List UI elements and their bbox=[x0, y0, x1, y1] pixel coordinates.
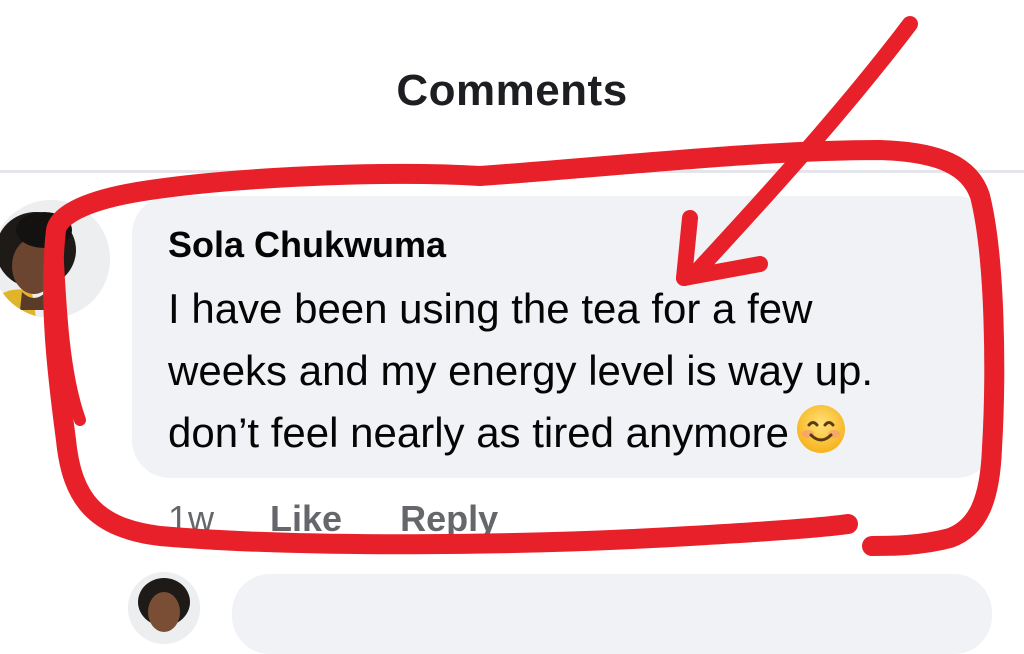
like-button[interactable]: Like bbox=[270, 498, 342, 540]
comment-text-line-last: don’t feel nearly as tired anymore bbox=[168, 402, 978, 464]
smiling-face-icon bbox=[797, 405, 845, 453]
avatar-photo-icon bbox=[128, 572, 200, 644]
page-title: Comments bbox=[396, 66, 628, 115]
avatar-photo-icon bbox=[0, 200, 110, 318]
avatar[interactable] bbox=[0, 200, 110, 318]
comment-author[interactable]: Sola Chukwuma bbox=[168, 224, 446, 266]
comment-text: I have been using the tea for a few week… bbox=[168, 278, 978, 464]
reply-button[interactable]: Reply bbox=[400, 498, 498, 540]
comment-bubble bbox=[232, 574, 992, 654]
comment-text-line: I have been using the tea for a few bbox=[168, 285, 813, 332]
avatar[interactable] bbox=[128, 572, 200, 644]
header-divider bbox=[0, 170, 1024, 173]
comment-meta: 1w Like Reply bbox=[168, 495, 556, 543]
comment-text-line: don’t feel nearly as tired anymore bbox=[168, 409, 789, 456]
comment-timestamp[interactable]: 1w bbox=[168, 498, 214, 540]
comment-text-line: weeks and my energy level is way up. bbox=[168, 347, 873, 394]
